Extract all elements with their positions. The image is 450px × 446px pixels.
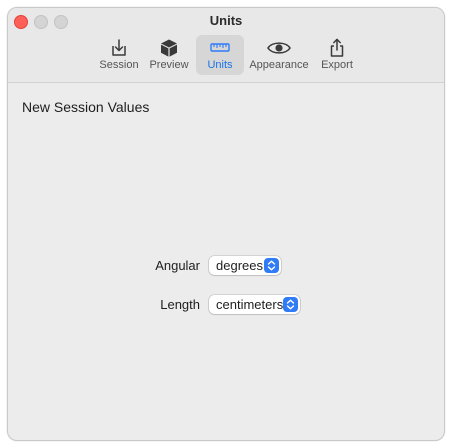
share-icon <box>316 38 358 58</box>
download-tray-icon <box>96 38 142 58</box>
tab-session[interactable]: Session <box>96 35 142 75</box>
eye-icon <box>248 38 310 58</box>
preferences-window: Units Session Preview Units Appearance E… <box>7 7 445 441</box>
tab-appearance[interactable]: Appearance <box>248 35 310 75</box>
tab-session-label: Session <box>99 59 139 71</box>
section-title: New Session Values <box>22 99 150 115</box>
length-label: Length <box>160 297 200 312</box>
units-pane: New Session Values Angular degrees Lengt… <box>8 83 444 440</box>
tab-export-label: Export <box>321 59 353 71</box>
titlebar: Units Session Preview Units Appearance E… <box>8 8 444 83</box>
tab-export[interactable]: Export <box>316 35 358 75</box>
tab-units-label: Units <box>207 59 233 71</box>
ruler-icon <box>196 38 244 58</box>
angular-popup[interactable]: degrees <box>209 256 281 275</box>
length-popup[interactable]: centimeters <box>209 295 300 314</box>
tab-appearance-label: Appearance <box>249 59 309 71</box>
length-value: centimeters <box>216 297 284 312</box>
angular-value: degrees <box>216 258 263 273</box>
tab-units[interactable]: Units <box>196 35 244 75</box>
chevron-up-down-icon <box>264 258 279 273</box>
tab-preview-label: Preview <box>149 59 189 71</box>
chevron-up-down-icon <box>283 297 298 312</box>
tab-preview[interactable]: Preview <box>146 35 192 75</box>
toolbar: Session Preview Units Appearance Export <box>8 35 444 77</box>
cube-icon <box>146 38 192 58</box>
angular-label: Angular <box>155 258 200 273</box>
window-title: Units <box>209 13 243 28</box>
